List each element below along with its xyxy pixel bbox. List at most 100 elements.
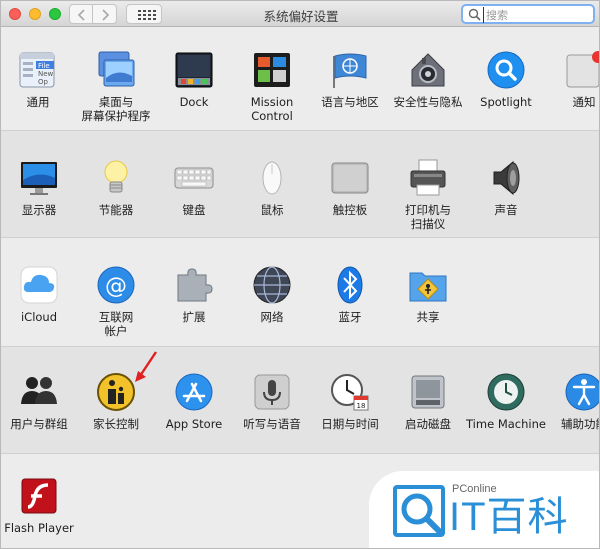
pref-label: 节能器 (98, 203, 134, 217)
pref-accessibility[interactable]: 辅助功能 (542, 372, 599, 462)
pref-label: iCloud (20, 310, 58, 324)
pref-label: Time Machine (466, 417, 546, 431)
pref-label: 安全性与隐私 (393, 95, 463, 109)
mouse-icon (262, 161, 282, 195)
energy-saver-icon (104, 160, 128, 193)
language-region-icon (333, 53, 367, 88)
pref-internet-accounts[interactable]: @ 互联网 帐户 (74, 265, 158, 355)
users-groups-icon (21, 377, 57, 404)
system-section: 用户与群组 家长控制 App Store 听写与语音 18 日期与时间 启动磁盘… (1, 346, 599, 453)
startup-disk-icon (411, 375, 445, 409)
pref-label: 通用 (26, 95, 50, 109)
pref-label: 蓝牙 (338, 310, 362, 324)
pref-flash-player[interactable]: Flash Player (1, 476, 81, 548)
pref-energy-saver[interactable]: 节能器 (74, 158, 158, 248)
pref-label: 通知 (572, 95, 596, 109)
watermark-brand-small: PConline (452, 483, 497, 495)
pref-label: Mission Control (250, 95, 294, 123)
pref-label: 辅助功能 (561, 417, 599, 431)
pref-spotlight[interactable]: Spotlight (464, 50, 548, 140)
pref-keyboard[interactable]: 键盘 (152, 158, 236, 248)
date-time-icon: 18 (331, 374, 369, 411)
pref-sharing[interactable]: 共享 (386, 265, 470, 355)
icloud-icon (20, 266, 58, 304)
pref-label: 键盘 (182, 203, 206, 217)
pref-parental-controls[interactable]: 家长控制 (74, 372, 158, 462)
pref-language-region[interactable]: 语言与地区 (308, 50, 392, 140)
pref-label: 互联网 帐户 (98, 310, 134, 338)
accessibility-icon (565, 373, 599, 411)
grid-icon (138, 10, 156, 20)
pref-sound[interactable]: 声音 (464, 158, 548, 248)
pref-printers-scanners[interactable]: 打印机与 扫描仪 (386, 158, 470, 248)
internet-accounts-icon: @ (97, 266, 135, 304)
chevron-right-icon (102, 9, 110, 21)
pref-users-groups[interactable]: 用户与群组 (1, 372, 81, 462)
pref-general[interactable]: File New Op 通用 (1, 50, 80, 140)
pref-app-store[interactable]: App Store (152, 372, 236, 462)
sound-icon (493, 160, 520, 196)
show-all-button[interactable] (126, 4, 162, 24)
pref-mission-control[interactable]: Mission Control (230, 50, 314, 140)
dock-icon (175, 52, 213, 88)
pref-time-machine[interactable]: Time Machine (464, 372, 548, 462)
window-title: 系统偏好设置 (263, 9, 339, 24)
system-preferences-window: 系统偏好设置 File New Op 通用 (0, 0, 600, 549)
pref-label: 声音 (494, 203, 518, 217)
pref-icloud[interactable]: iCloud (1, 265, 81, 355)
pref-label: Spotlight (480, 95, 532, 109)
pref-label: 共享 (416, 310, 440, 324)
pref-dictation-speech[interactable]: 听写与语音 (230, 372, 314, 462)
pref-label: 扩展 (182, 310, 206, 324)
pref-label: 日期与时间 (321, 417, 379, 431)
pref-label: 用户与群组 (10, 417, 68, 431)
pref-dock[interactable]: Dock (152, 50, 236, 140)
search-icon (468, 8, 481, 21)
notifications-icon (566, 51, 599, 88)
pref-notifications[interactable]: 通知 (542, 50, 599, 140)
pref-label: 语言与地区 (321, 95, 379, 109)
pref-label: App Store (165, 417, 223, 431)
pref-network[interactable]: 网络 (230, 265, 314, 355)
trackpad-icon (331, 162, 369, 194)
hardware-section: 显示器 节能器 键盘 鼠标 触控板 打印机与 扫描仪 声音 (1, 130, 599, 237)
pref-displays[interactable]: 显示器 (1, 158, 81, 248)
chevron-left-icon (77, 9, 85, 21)
network-icon (253, 266, 291, 304)
pref-bluetooth[interactable]: 蓝牙 (308, 265, 392, 355)
desktop-screensaver-icon (98, 51, 135, 87)
flash-player-icon (21, 478, 57, 514)
pref-security-privacy[interactable]: 安全性与隐私 (386, 50, 470, 140)
pref-date-time[interactable]: 18 日期与时间 (308, 372, 392, 462)
pref-label: 触控板 (332, 203, 368, 217)
forward-button[interactable] (93, 4, 117, 24)
search-input[interactable] (483, 7, 587, 23)
watermark-brand-big: IT百科 (449, 495, 569, 539)
pref-desktop-screensaver[interactable]: 桌面与 屏幕保护程序 (74, 50, 158, 140)
mission-control-icon (254, 53, 290, 87)
pref-label: 显示器 (21, 203, 57, 217)
security-privacy-icon (411, 53, 445, 87)
pref-label: Dock (179, 95, 209, 109)
sharing-icon (409, 272, 447, 302)
pref-mouse[interactable]: 鼠标 (230, 158, 314, 248)
watermark: PConline IT百科 (369, 471, 599, 548)
displays-icon (21, 162, 57, 195)
zoom-window-button[interactable] (49, 8, 61, 20)
minimize-window-button[interactable] (29, 8, 41, 20)
search-field[interactable] (461, 4, 595, 24)
pref-startup-disk[interactable]: 启动磁盘 (386, 372, 470, 462)
back-button[interactable] (69, 4, 93, 24)
dictation-speech-icon (254, 374, 290, 410)
svg-text:18: 18 (357, 402, 366, 410)
close-window-button[interactable] (9, 8, 21, 20)
pref-label: 网络 (260, 310, 284, 324)
keyboard-icon (174, 167, 214, 189)
brand-logo-icon (393, 485, 445, 537)
time-machine-icon (487, 373, 525, 411)
pref-trackpad[interactable]: 触控板 (308, 158, 392, 248)
pref-label: 打印机与 扫描仪 (405, 203, 451, 231)
printers-scanners-icon (410, 159, 446, 196)
svg-text:Op: Op (38, 78, 49, 86)
pref-extensions[interactable]: 扩展 (152, 265, 236, 355)
